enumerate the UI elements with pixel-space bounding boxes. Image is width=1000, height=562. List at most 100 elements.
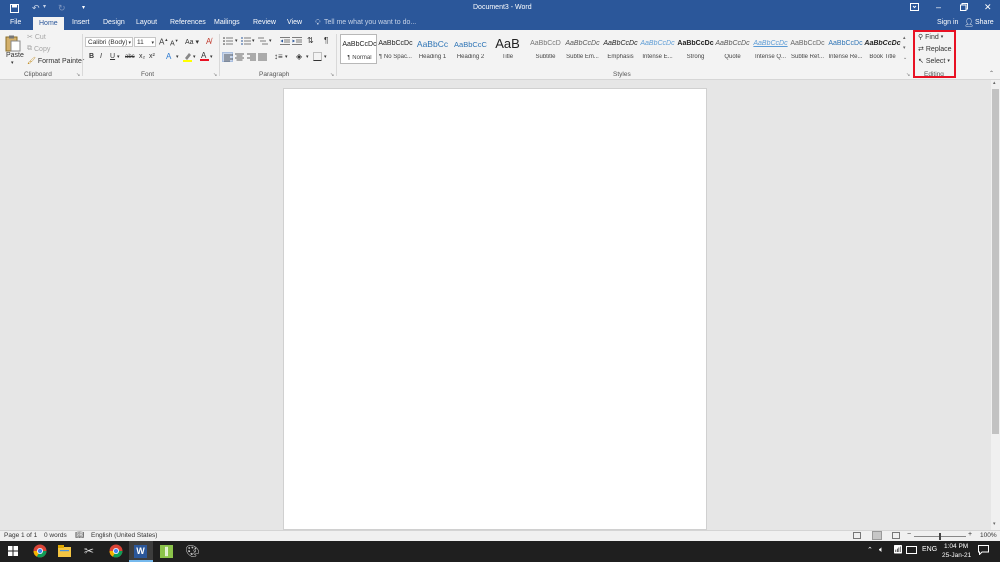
align-left-button[interactable] xyxy=(222,52,233,62)
redo-icon[interactable]: ↻ xyxy=(58,3,66,14)
style-subtle-emphasis[interactable]: AaBbCcDc Subtle Em... xyxy=(564,34,601,64)
underline-button[interactable]: U xyxy=(110,53,115,60)
style-quote[interactable]: AaBbCcDc Quote xyxy=(714,34,751,64)
tab-layout[interactable]: Layout xyxy=(136,19,157,26)
tab-home[interactable]: Home xyxy=(33,17,64,30)
scroll-up-icon[interactable]: ▴ xyxy=(993,80,996,86)
strikethrough-button[interactable]: abc xyxy=(125,54,135,60)
tray-chevron-up-icon[interactable]: ⌃ xyxy=(867,546,873,554)
clock-time[interactable]: 1:04 PM xyxy=(944,543,968,550)
chevron-down-icon[interactable]: ▾ xyxy=(324,54,327,60)
paint-icon[interactable]: 🎨︎ xyxy=(185,544,200,558)
line-spacing-icon[interactable]: ↕≡ xyxy=(274,52,283,61)
share-button[interactable]: Share xyxy=(975,19,994,26)
paste-icon[interactable] xyxy=(5,35,21,52)
numbering-icon[interactable] xyxy=(241,37,251,45)
tab-review[interactable]: Review xyxy=(253,19,276,26)
ribbon-display-icon[interactable] xyxy=(910,3,919,13)
bullets-icon[interactable] xyxy=(223,37,233,45)
volume-icon[interactable]: 🔈︎ xyxy=(879,545,884,555)
bold-button[interactable]: B xyxy=(89,53,94,60)
zoom-out-icon[interactable]: − xyxy=(907,531,911,538)
underline-dropdown-icon[interactable]: ▾ xyxy=(117,54,120,60)
tab-view[interactable]: View xyxy=(287,19,302,26)
chevron-down-icon[interactable]: ▾ xyxy=(269,38,272,44)
chevron-down-icon[interactable]: ▾ xyxy=(210,54,213,60)
font-color-icon[interactable]: A xyxy=(200,51,209,61)
font-family-combo[interactable]: Calibri (Body) ▾ xyxy=(85,37,133,47)
font-size-combo[interactable]: 11 ▾ xyxy=(134,37,156,47)
zoom-level[interactable]: 100% xyxy=(980,532,997,539)
style-emphasis[interactable]: AaBbCcDc Emphasis xyxy=(602,34,639,64)
styles-scroll-up-icon[interactable]: ▴ xyxy=(903,35,906,41)
read-mode-icon[interactable] xyxy=(853,532,861,539)
keyboard-icon[interactable] xyxy=(906,546,917,554)
shrink-font-button[interactable]: A▼ xyxy=(170,38,179,47)
style-intense-quote[interactable]: AaBbCcDc Intense Q... xyxy=(752,34,789,64)
collapse-ribbon-icon[interactable]: ⌃ xyxy=(989,70,994,77)
shading-icon[interactable]: ◈ xyxy=(296,52,302,61)
tab-file[interactable]: File xyxy=(10,19,21,26)
scroll-thumb[interactable] xyxy=(992,89,999,434)
tab-insert[interactable]: Insert xyxy=(72,19,90,26)
styles-more-icon[interactable]: ⌄ xyxy=(903,55,907,61)
style-subtitle[interactable]: AaBbCcD Subtitle xyxy=(527,34,564,64)
text-effects-icon[interactable]: A xyxy=(166,52,171,61)
undo-dropdown-icon[interactable]: ▾ xyxy=(43,3,46,10)
word-count[interactable]: 0 words xyxy=(44,532,67,539)
tab-references[interactable]: References xyxy=(170,19,206,26)
style-heading-2[interactable]: AaBbCcC Heading 2 xyxy=(452,34,489,64)
input-language[interactable]: ENG xyxy=(922,546,937,553)
show-marks-button[interactable]: ¶ xyxy=(324,36,328,45)
chrome-icon[interactable] xyxy=(109,544,123,560)
multilevel-list-icon[interactable] xyxy=(258,37,268,45)
style-no-spacing[interactable]: AaBbCcDc ¶ No Spac... xyxy=(377,34,414,64)
snipping-tool-icon[interactable]: ✂ xyxy=(84,544,94,558)
align-right-icon[interactable] xyxy=(247,53,256,61)
minimize-icon[interactable]: – xyxy=(936,2,941,12)
network-icon[interactable]: 📶︎ xyxy=(893,545,903,554)
clock-date[interactable]: 25-Jan-21 xyxy=(942,552,971,559)
cut-button[interactable]: ✂ Cut xyxy=(27,33,46,42)
style-book-title[interactable]: AaBbCcDc Book Title xyxy=(864,34,901,64)
chrome-icon[interactable] xyxy=(33,544,47,560)
superscript-button[interactable]: x² xyxy=(149,53,155,60)
paste-button[interactable]: Paste xyxy=(6,52,24,59)
print-layout-icon[interactable] xyxy=(872,531,882,540)
language-status[interactable]: English (United States) xyxy=(91,532,157,539)
font-launcher-icon[interactable]: ↘ xyxy=(213,72,217,78)
web-layout-icon[interactable] xyxy=(892,532,900,539)
tab-mailings[interactable]: Mailings xyxy=(214,19,240,26)
clipboard-launcher-icon[interactable]: ↘ xyxy=(76,72,80,78)
taskbar-word-active[interactable]: W xyxy=(129,541,153,562)
chevron-down-icon[interactable]: ▾ xyxy=(176,54,179,60)
restore-icon[interactable] xyxy=(960,3,968,13)
notifications-icon[interactable] xyxy=(978,545,989,557)
style-normal[interactable]: AaBbCcDc ¶ Normal xyxy=(340,34,377,64)
change-case-button[interactable]: Aa ▾ xyxy=(185,38,199,46)
borders-icon[interactable] xyxy=(313,52,322,61)
paste-dropdown-icon[interactable]: ▾ xyxy=(11,60,14,66)
style-intense-reference[interactable]: AaBbCcDc Intense Re... xyxy=(827,34,864,64)
sort-icon[interactable]: ⇅ xyxy=(307,36,314,45)
copy-button[interactable]: ⧉ Copy xyxy=(27,45,50,53)
save-icon[interactable] xyxy=(10,4,19,15)
subscript-button[interactable]: x₂ xyxy=(139,53,145,60)
document-page[interactable] xyxy=(283,88,707,530)
increase-indent-icon[interactable] xyxy=(292,37,302,45)
format-painter-button[interactable]: 🖌︎ Format Painter xyxy=(27,57,84,66)
chevron-down-icon[interactable]: ▾ xyxy=(306,54,309,60)
style-intense-emphasis[interactable]: AaBbCcDc Intense E... xyxy=(639,34,676,64)
style-strong[interactable]: AaBbCcDc Strong xyxy=(677,34,714,64)
undo-icon[interactable]: ↶ xyxy=(32,3,40,14)
chevron-down-icon[interactable]: ▾ xyxy=(285,54,288,60)
chevron-down-icon[interactable]: ▾ xyxy=(252,38,255,44)
sign-in-link[interactable]: Sign in xyxy=(937,19,958,26)
style-subtle-reference[interactable]: AaBbCcDc Subtle Ref... xyxy=(789,34,826,64)
paragraph-launcher-icon[interactable]: ↘ xyxy=(330,72,334,78)
file-explorer-icon[interactable] xyxy=(58,545,71,559)
proofing-icon[interactable]: 📖︎ xyxy=(75,531,84,539)
italic-button[interactable]: I xyxy=(100,53,102,60)
customize-icon[interactable]: ▾ xyxy=(82,4,85,11)
grow-font-button[interactable]: A▲ xyxy=(159,37,168,47)
